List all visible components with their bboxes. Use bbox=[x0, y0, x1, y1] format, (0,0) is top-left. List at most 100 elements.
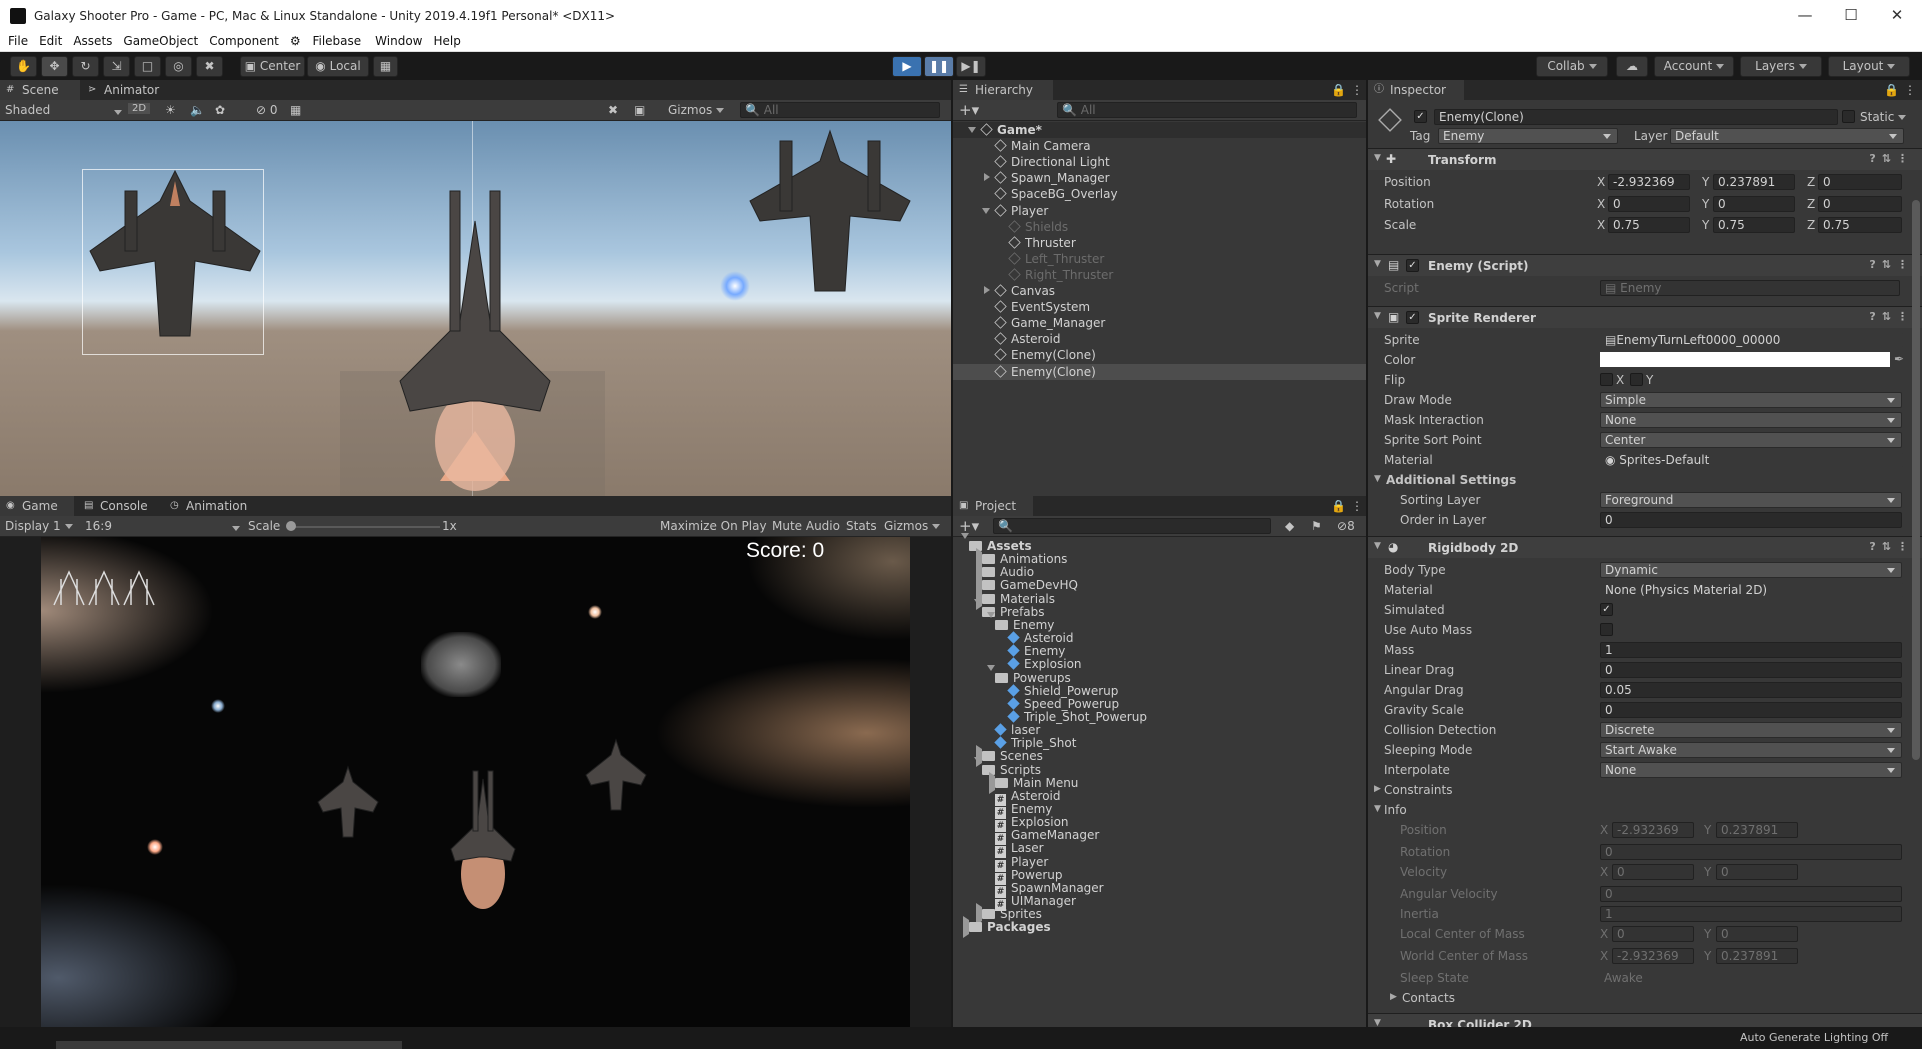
scale-slider[interactable] bbox=[290, 526, 440, 528]
hidden-packages-toggle[interactable]: ⊘8 bbox=[1337, 519, 1355, 533]
tools-icon[interactable]: ✖ bbox=[608, 103, 618, 117]
layers-dropdown[interactable]: Layers bbox=[1740, 56, 1822, 77]
maximize-button[interactable]: ☐ bbox=[1828, 0, 1874, 31]
tab-animation[interactable]: ◷ Animation bbox=[164, 496, 264, 516]
hierarchy-item[interactable]: Enemy(Clone) bbox=[953, 363, 1366, 380]
mass-field[interactable]: 1 bbox=[1600, 642, 1902, 658]
rotation-y-field[interactable]: 0 bbox=[1713, 196, 1795, 212]
mode-2d-button[interactable]: 2D bbox=[128, 103, 151, 114]
step-button[interactable]: ▶❚ bbox=[956, 56, 986, 77]
foldout-arrow-icon[interactable] bbox=[974, 598, 982, 619]
project-item[interactable]: Packages bbox=[953, 916, 1366, 939]
cloud-icon[interactable]: ☁ bbox=[1616, 56, 1648, 77]
project-lock-icon[interactable]: 🔒 bbox=[1331, 499, 1346, 513]
tab-animator[interactable]: ⋗ Animator bbox=[82, 80, 172, 100]
tag-dropdown[interactable]: Enemy bbox=[1438, 128, 1618, 144]
custom-tool-button[interactable]: ✖ bbox=[196, 56, 223, 77]
menu-help[interactable]: Help bbox=[433, 34, 460, 48]
camera-icon[interactable]: ▣ bbox=[634, 103, 645, 117]
pause-button[interactable]: ❚❚ bbox=[924, 56, 954, 77]
aspect-dropdown[interactable]: 16:9 bbox=[85, 519, 235, 533]
create-button[interactable]: +▾ bbox=[959, 101, 979, 119]
lighting-status[interactable]: Auto Generate Lighting Off bbox=[1740, 1031, 1888, 1044]
hierarchy-item[interactable]: Game_Manager bbox=[953, 315, 1366, 331]
sleeping-mode-dropdown[interactable]: Start Awake bbox=[1600, 742, 1902, 758]
body-type-dropdown[interactable]: Dynamic bbox=[1600, 562, 1902, 578]
effects-icon[interactable]: ✿ bbox=[215, 103, 225, 117]
box-collider-header[interactable]: ▼ Box Collider 2D bbox=[1368, 1013, 1922, 1027]
pivot-local-button[interactable]: ◉ Local bbox=[307, 56, 369, 77]
menu-edit[interactable]: Edit bbox=[39, 34, 62, 48]
rb-material-field[interactable]: None (Physics Material 2D) bbox=[1600, 582, 1904, 598]
menu-assets[interactable]: Assets bbox=[73, 34, 112, 48]
angular-drag-field[interactable]: 0.05 bbox=[1600, 682, 1902, 698]
scene-search-input[interactable]: 🔍 All bbox=[740, 102, 940, 118]
scale-slider-handle[interactable] bbox=[286, 521, 296, 531]
foldout-arrow-icon[interactable] bbox=[984, 173, 990, 182]
game-viewport[interactable]: Score: 0 bbox=[41, 537, 910, 1027]
tab-scene[interactable]: # Scene bbox=[0, 80, 80, 100]
mute-audio-toggle[interactable]: Mute Audio bbox=[772, 519, 840, 533]
simulated-checkbox[interactable]: ✓ bbox=[1600, 603, 1613, 616]
gravity-scale-field[interactable]: 0 bbox=[1600, 702, 1902, 718]
project-search-input[interactable]: 🔍 bbox=[993, 518, 1271, 534]
enemy-script-enabled-checkbox[interactable]: ✓ bbox=[1406, 259, 1419, 272]
hierarchy-item[interactable]: Game* bbox=[953, 122, 1366, 138]
project-menu-icon[interactable]: ⋮ bbox=[1351, 499, 1363, 513]
foldout-arrow-icon[interactable] bbox=[961, 533, 969, 553]
active-checkbox[interactable]: ✓ bbox=[1414, 110, 1427, 123]
color-swatch[interactable] bbox=[1600, 352, 1890, 367]
minimize-button[interactable]: — bbox=[1782, 0, 1828, 31]
tab-game[interactable]: ◉ Game bbox=[0, 496, 74, 516]
position-x-field[interactable]: -2.932369 bbox=[1608, 174, 1690, 190]
maximize-on-play-toggle[interactable]: Maximize On Play bbox=[660, 519, 767, 533]
sort-point-dropdown[interactable]: Center bbox=[1600, 432, 1902, 448]
layer-dropdown[interactable]: Default bbox=[1670, 128, 1904, 144]
draw-mode-dropdown[interactable]: Simple bbox=[1600, 392, 1902, 408]
hierarchy-item[interactable]: Shields bbox=[953, 219, 1366, 235]
menu-window[interactable]: Window bbox=[375, 34, 422, 48]
hierarchy-item[interactable]: EventSystem bbox=[953, 299, 1366, 315]
transform-tool-button[interactable]: ◎ bbox=[165, 56, 192, 77]
static-dropdown[interactable]: Static bbox=[1860, 110, 1907, 124]
inspector-menu-icon[interactable]: ⋮ bbox=[1904, 83, 1916, 97]
hidden-objects-toggle[interactable]: ⊘ 0 bbox=[256, 103, 278, 117]
hierarchy-item[interactable]: Left_Thruster bbox=[953, 251, 1366, 267]
sprite-field[interactable]: ▤EnemyTurnLeft0000_00000 bbox=[1600, 332, 1904, 348]
foldout-arrow-icon[interactable] bbox=[987, 611, 995, 632]
rect-tool-button[interactable]: □ bbox=[134, 56, 161, 77]
close-button[interactable]: ✕ bbox=[1874, 0, 1920, 31]
panel-menu-icon[interactable]: ⋮ bbox=[1351, 83, 1363, 97]
search-by-type-icon[interactable]: ◆ bbox=[1285, 519, 1294, 533]
hierarchy-item[interactable]: Canvas bbox=[953, 283, 1366, 299]
shading-dropdown[interactable]: Shaded bbox=[5, 103, 120, 117]
hierarchy-item[interactable]: Directional Light bbox=[953, 154, 1366, 170]
foldout-arrow-icon[interactable] bbox=[987, 664, 995, 685]
tab-console[interactable]: ▤ Console bbox=[78, 496, 160, 516]
layout-dropdown[interactable]: Layout bbox=[1828, 56, 1910, 77]
sprite-renderer-header[interactable]: ▼ ▣ ✓ Sprite Renderer ?⇅⋮ bbox=[1368, 306, 1922, 328]
additional-settings-foldout[interactable]: ▼ Additional Settings bbox=[1368, 472, 1922, 489]
eyedropper-icon[interactable]: ✒ bbox=[1894, 352, 1904, 366]
lighting-icon[interactable]: ☀ bbox=[165, 103, 176, 117]
position-z-field[interactable]: 0 bbox=[1818, 174, 1902, 190]
flip-x-checkbox[interactable] bbox=[1600, 373, 1613, 386]
hand-tool-button[interactable]: ✋ bbox=[10, 56, 37, 77]
object-name-field[interactable]: Enemy(Clone) bbox=[1434, 109, 1838, 125]
pivot-center-button[interactable]: ▣ Center bbox=[240, 56, 305, 77]
rotation-z-field[interactable]: 0 bbox=[1818, 196, 1902, 212]
hierarchy-item[interactable]: Main Camera bbox=[953, 138, 1366, 154]
hierarchy-item[interactable]: Asteroid bbox=[953, 331, 1366, 347]
hierarchy-item[interactable]: Right_Thruster bbox=[953, 267, 1366, 283]
foldout-arrow-icon[interactable] bbox=[984, 286, 990, 294]
hierarchy-item[interactable]: SpaceBG_Overlay bbox=[953, 186, 1366, 202]
rigidbody-menu-icon[interactable]: ?⇅⋮ bbox=[1869, 540, 1914, 553]
hierarchy-item[interactable]: Enemy(Clone) bbox=[953, 347, 1366, 363]
linear-drag-field[interactable]: 0 bbox=[1600, 662, 1902, 678]
sorting-layer-dropdown[interactable]: Foreground bbox=[1600, 492, 1902, 508]
hierarchy-item[interactable]: Spawn_Manager bbox=[953, 170, 1366, 186]
grid-icon[interactable]: ▦ bbox=[290, 103, 301, 117]
hierarchy-search-input[interactable]: 🔍 All bbox=[1057, 102, 1357, 118]
lock-icon[interactable]: 🔒 bbox=[1331, 83, 1346, 97]
account-dropdown[interactable]: Account bbox=[1654, 56, 1734, 77]
